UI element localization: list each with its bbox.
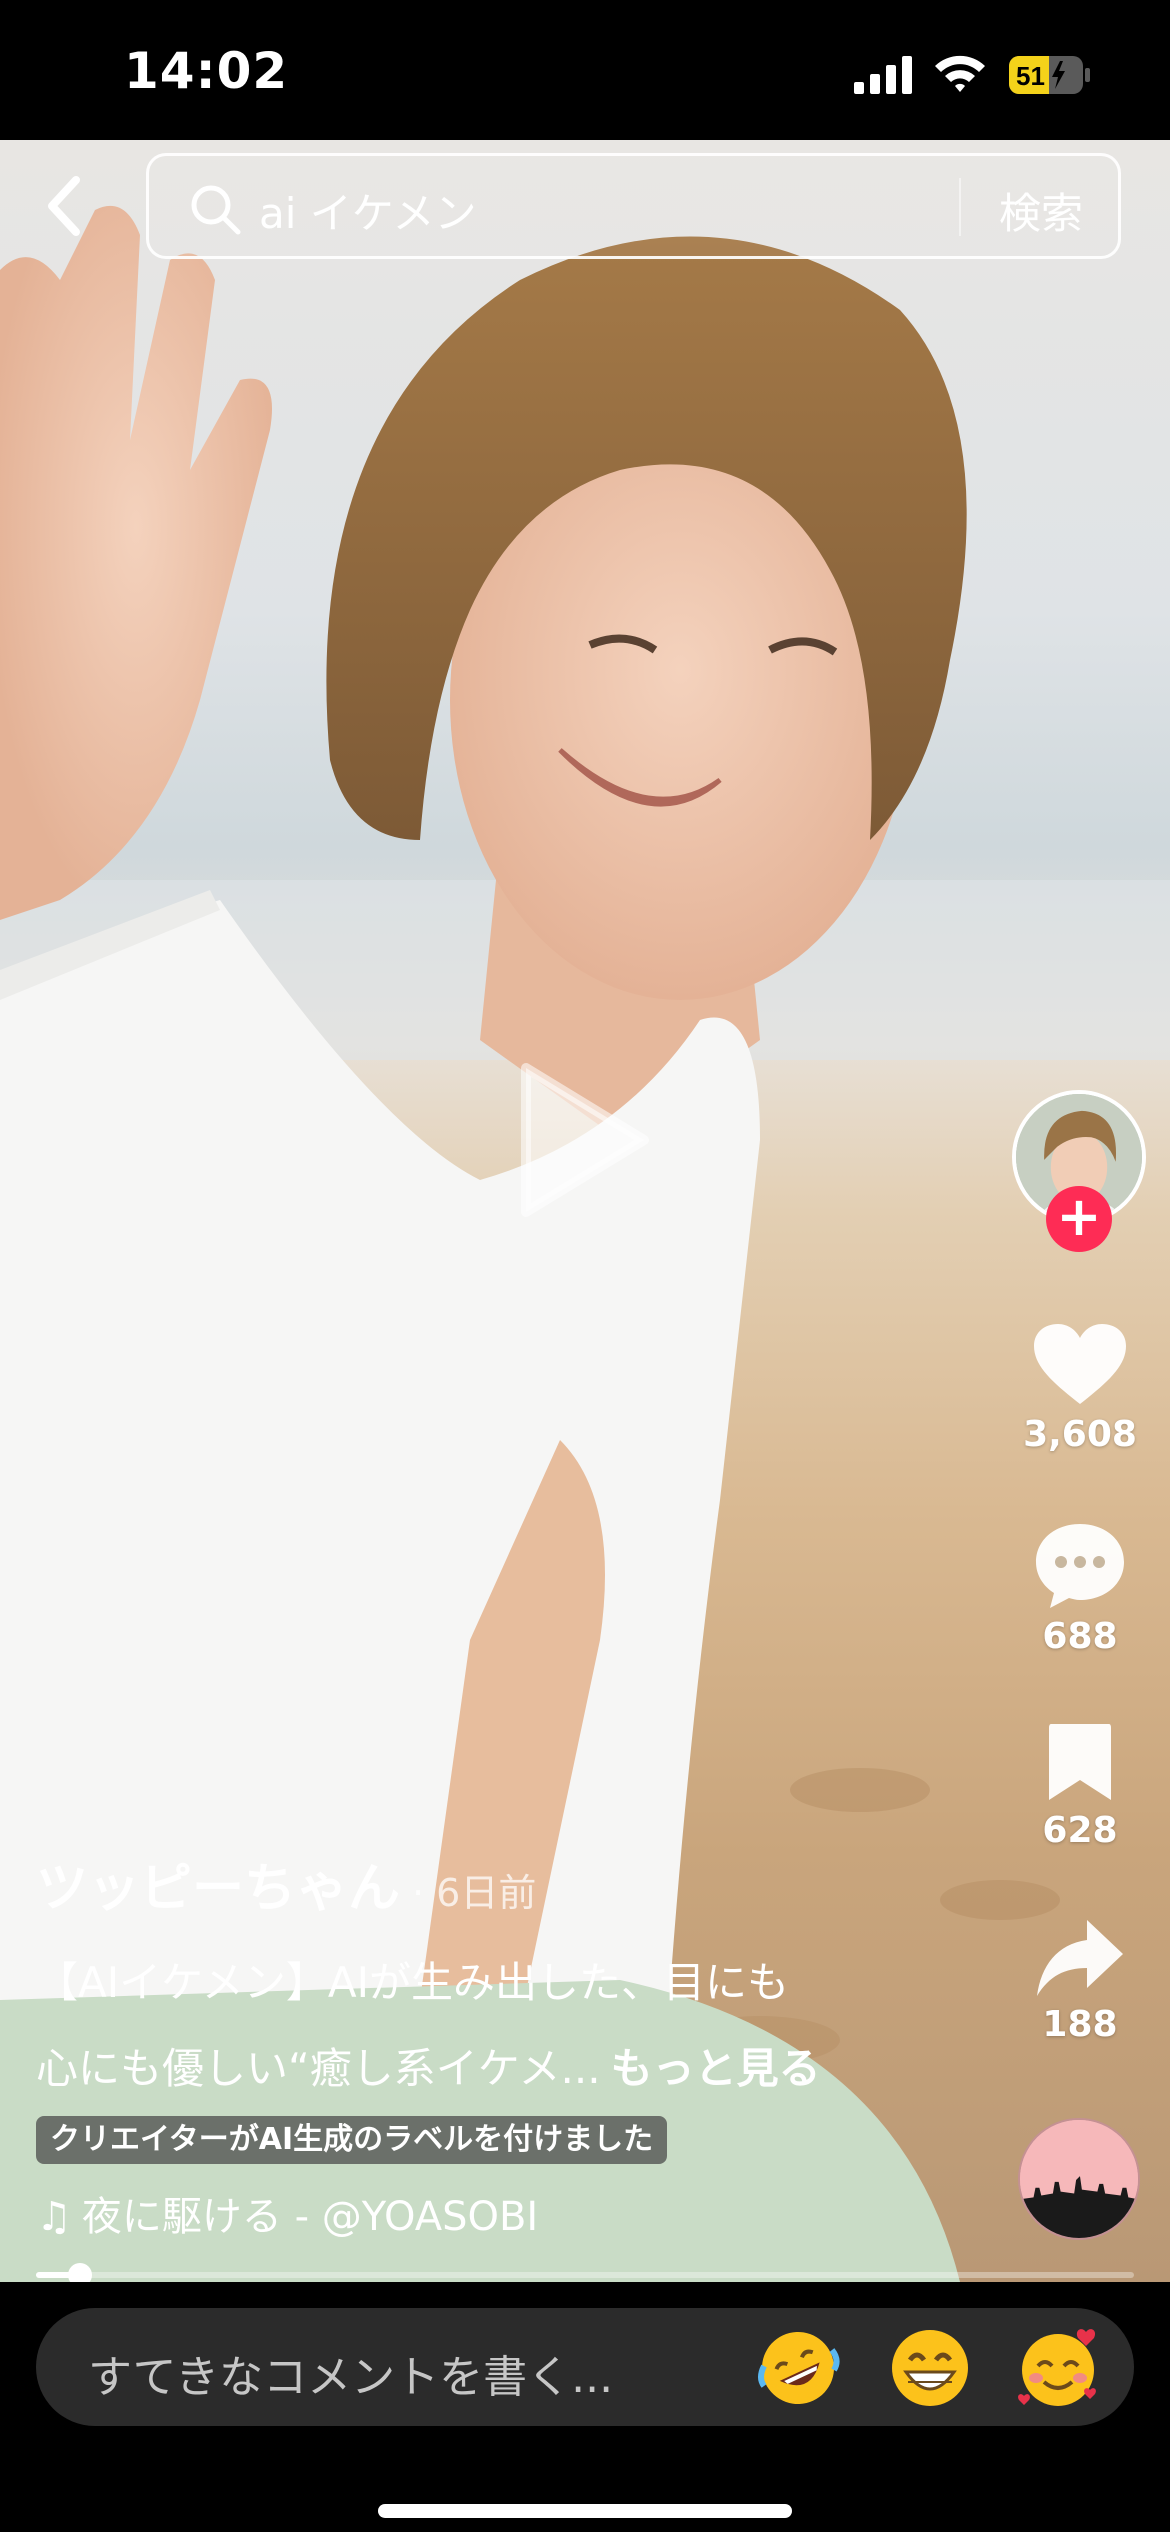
video-progress-bar[interactable] <box>36 2263 1134 2287</box>
music-line[interactable]: ♫ 夜に駆ける - @YOASOBI <box>36 2184 538 2242</box>
share-arrow-icon <box>1037 1920 1123 1996</box>
like-count: 3,608 <box>1023 1414 1137 1455</box>
search-input[interactable]: ai イケメン <box>259 180 477 241</box>
like-button[interactable]: 3,608 <box>1010 1322 1150 1455</box>
post-time: · 6日前 <box>412 1871 537 1915</box>
share-count: 188 <box>1042 2004 1118 2045</box>
bottom-area: すてきなコメントを書く... <box>0 2282 1170 2532</box>
back-button[interactable] <box>36 170 98 242</box>
signal-icon <box>854 56 912 94</box>
battery-level: 51 <box>1016 61 1045 91</box>
music-note-icon: ♫ <box>36 2194 72 2240</box>
ai-generated-label: クリエイターがAI生成のラベルを付けました <box>36 2116 668 2164</box>
bookmark-icon <box>1049 1724 1111 1800</box>
heart-icon <box>1034 1324 1126 1404</box>
rofl-emoji-icon[interactable] <box>756 2326 840 2410</box>
search-button[interactable]: 検索 <box>999 180 1083 241</box>
comment-icon <box>1036 1524 1124 1608</box>
author-name[interactable]: ツッピーちゃん <box>36 1859 400 1919</box>
comment-button[interactable]: 688 <box>1010 1520 1150 1657</box>
search-bar[interactable]: ai イケメン 検索 <box>146 153 1121 259</box>
wifi-icon <box>935 55 985 92</box>
music-title: 夜に駆ける - @YOASOBI <box>81 2194 539 2240</box>
save-button[interactable]: 628 <box>1010 1720 1150 1851</box>
author-line: ツッピーちゃん · 6日前 <box>36 1846 536 1921</box>
caption[interactable]: 【AIイケメン】AIが生み出した、目にも 心にも優しい“癒し系イケメ... もっと… <box>36 1940 976 2112</box>
comment-count: 688 <box>1042 1616 1118 1657</box>
share-button[interactable]: 188 <box>1010 1918 1150 2045</box>
smiling-hearts-emoji-icon[interactable] <box>1018 2326 1102 2410</box>
caption-line-1: 【AIイケメン】AIが生み出した、目にも <box>36 1958 789 2007</box>
status-bar: 14:02 51 <box>0 0 1170 140</box>
music-disc[interactable] <box>1018 2118 1140 2240</box>
comment-input[interactable]: すてきなコメントを書く... <box>88 2341 613 2405</box>
see-more-link[interactable]: もっと見る <box>611 2044 821 2093</box>
save-count: 628 <box>1042 1810 1118 1851</box>
screen: 14:02 51 ai イケメン 検索 + 3,608 688 628 188 … <box>0 0 1170 2532</box>
grin-emoji-icon[interactable] <box>888 2326 972 2410</box>
caption-line-2: 心にも優しい“癒し系イケメ... <box>36 2044 601 2093</box>
comment-bar[interactable]: すてきなコメントを書く... <box>36 2308 1134 2426</box>
home-indicator[interactable] <box>378 2504 792 2518</box>
battery-icon: 51 <box>1009 56 1090 94</box>
clock: 14:02 <box>124 42 289 100</box>
search-icon <box>191 185 241 235</box>
search-divider <box>959 178 961 236</box>
play-icon[interactable] <box>518 1060 652 1220</box>
follow-button[interactable]: + <box>1046 1186 1112 1252</box>
